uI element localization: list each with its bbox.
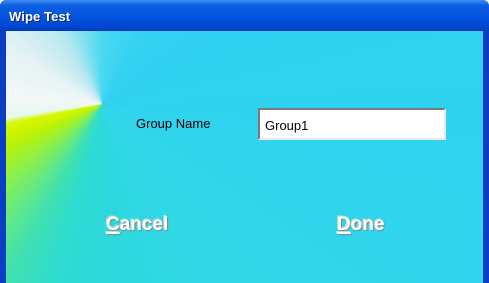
cancel-mnemonic: C bbox=[106, 214, 120, 235]
dialog-client-area: Group Name Cancel Done bbox=[6, 31, 483, 283]
wipe-test-dialog: Wipe Test Group Name Cancel Done bbox=[0, 0, 489, 283]
group-name-label: Group Name bbox=[136, 116, 211, 131]
window-title: Wipe Test bbox=[9, 9, 71, 24]
done-mnemonic: D bbox=[337, 214, 351, 235]
cancel-label-rest: ancel bbox=[119, 214, 169, 235]
title-bar[interactable]: Wipe Test bbox=[0, 0, 489, 31]
done-button[interactable]: Done bbox=[337, 214, 385, 236]
cancel-button[interactable]: Cancel bbox=[106, 214, 168, 236]
group-name-input[interactable] bbox=[258, 108, 446, 140]
done-label-rest: one bbox=[350, 214, 385, 235]
